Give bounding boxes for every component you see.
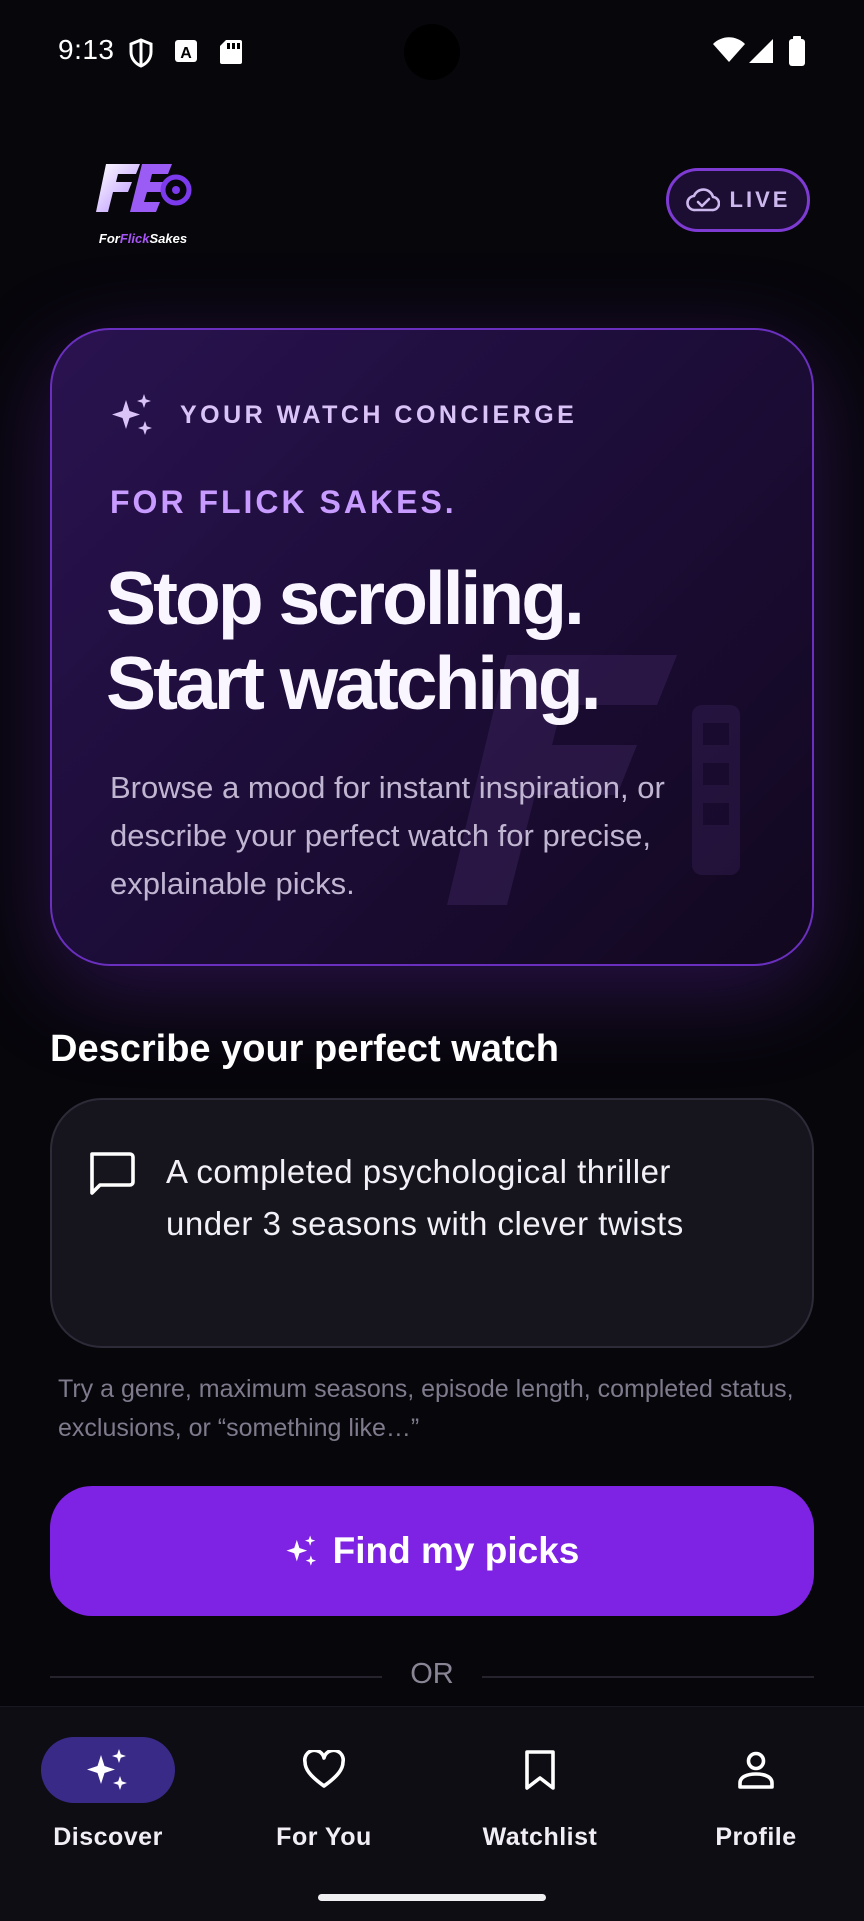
live-label: LIVE [729, 187, 791, 212]
sd-card-icon [218, 38, 244, 71]
nav-watchlist-label: Watchlist [482, 1823, 598, 1851]
sparkles-icon [85, 1747, 131, 1793]
status-bar: 9:13 A [0, 0, 864, 104]
hero-tagline: FOR FLICK SAKES. [110, 484, 457, 520]
hero-card: YOUR WATCH CONCIERGE FOR FLICK SAKES. St… [50, 328, 814, 966]
nav-for-you[interactable]: For You [234, 1737, 414, 1867]
chat-bubble-icon [86, 1150, 136, 1201]
nav-discover[interactable]: Discover [18, 1737, 198, 1867]
nav-for-you-label: For You [276, 1823, 372, 1851]
hero-eyebrow: YOUR WATCH CONCIERGE [180, 400, 578, 429]
shield-icon [128, 38, 154, 73]
sparkles-icon [110, 392, 156, 438]
live-status-badge[interactable]: LIVE [666, 168, 810, 232]
person-icon [736, 1750, 776, 1790]
nav-watchlist-icon-wrap [473, 1737, 607, 1803]
front-camera [404, 24, 460, 80]
nav-for-you-icon-wrap [257, 1737, 391, 1803]
battery-icon [788, 36, 806, 71]
home-indicator[interactable] [318, 1894, 546, 1901]
sparkles-icon [285, 1534, 319, 1568]
divider-or: OR [410, 1658, 454, 1690]
headline-line-1: Stop scrolling. [106, 556, 585, 640]
wifi-icon [712, 36, 746, 69]
find-picks-button[interactable]: Find my picks [50, 1486, 814, 1616]
input-hint: Try a genre, maximum seasons, episode le… [58, 1375, 794, 1442]
hero-description: Browse a mood for instant inspiration, o… [110, 770, 665, 901]
status-time: 9:13 [58, 34, 115, 65]
app-logo: ForFlickSakes [92, 156, 194, 246]
nav-profile-label: Profile [715, 1823, 797, 1851]
signal-icon [748, 38, 774, 69]
nav-watchlist[interactable]: Watchlist [450, 1737, 630, 1867]
nav-discover-label: Discover [53, 1823, 163, 1851]
divider-line-left [50, 1676, 382, 1678]
logo-mark [96, 164, 192, 212]
cloud-check-icon [685, 188, 720, 212]
nav-profile[interactable]: Profile [666, 1737, 846, 1867]
describe-section-title: Describe your perfect watch [50, 1028, 559, 1070]
heart-icon [302, 1750, 346, 1790]
divider-line-right [482, 1676, 814, 1678]
find-picks-label: Find my picks [332, 1530, 580, 1571]
input-value: A completed psychological thriller under… [166, 1153, 684, 1242]
logo-wordmark: ForFlickSakes [98, 231, 188, 246]
bookmark-icon [523, 1749, 557, 1791]
nav-discover-indicator [41, 1737, 175, 1803]
a-badge-icon: A [174, 38, 198, 69]
hero-headline: Stop scrolling. Start watching. [106, 556, 602, 726]
svg-text:A: A [180, 45, 192, 62]
nav-profile-icon-wrap [689, 1737, 823, 1803]
watch-description-input[interactable]: A completed psychological thriller under… [50, 1098, 814, 1348]
headline-line-2: Start watching. [106, 641, 602, 725]
bottom-navigation: Discover For You Watchlist Profile [0, 1706, 864, 1921]
